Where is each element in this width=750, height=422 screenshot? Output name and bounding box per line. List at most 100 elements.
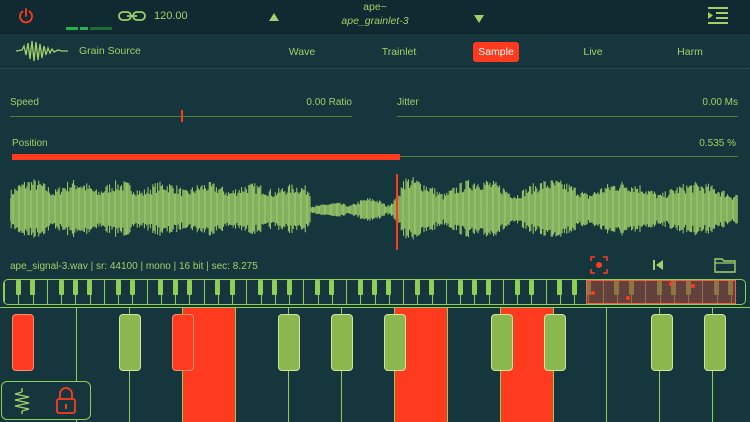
black-key[interactable] [544, 314, 566, 371]
black-key[interactable] [384, 314, 406, 371]
black-key[interactable] [12, 314, 34, 371]
mini-black-key [372, 280, 377, 295]
tab-live[interactable]: Live [576, 42, 610, 62]
mini-black-key [215, 280, 220, 295]
link-icon [118, 11, 146, 21]
black-key[interactable] [491, 314, 513, 371]
mini-black-key [230, 280, 235, 295]
speed-label: Speed [10, 97, 39, 108]
section-divider [0, 68, 750, 69]
mini-white-key-line [104, 280, 105, 304]
mini-black-key [173, 280, 178, 295]
mini-white-key-line [147, 280, 148, 304]
view-note-dot [691, 284, 695, 288]
skip-back-icon [653, 260, 663, 270]
focus-target-icon [590, 256, 608, 274]
black-key[interactable] [331, 314, 353, 371]
mini-black-key [59, 280, 64, 295]
top-divider [0, 33, 750, 34]
mini-black-key [73, 280, 78, 295]
preset-name[interactable]: ape_grainlet-3 [300, 15, 450, 27]
menu-indent-icon [708, 7, 728, 24]
mini-black-key [315, 280, 320, 295]
open-file-button[interactable] [714, 256, 736, 274]
mini-white-key-line [4, 280, 5, 304]
mini-white-key-line [303, 280, 304, 304]
mini-black-key [30, 280, 35, 295]
mini-white-key-line [403, 280, 404, 304]
triangle-up-icon [269, 13, 279, 21]
mini-black-key [187, 280, 192, 295]
position-slider-fill [12, 154, 400, 160]
menu-button[interactable] [706, 5, 730, 27]
waveform-path [9, 177, 738, 240]
mini-black-key [529, 280, 534, 295]
power-icon [19, 8, 33, 24]
mini-black-key [515, 280, 520, 295]
mini-white-key-line [446, 280, 447, 304]
mini-black-key [557, 280, 562, 295]
speed-slider-thumb[interactable] [181, 110, 183, 122]
rewind-button[interactable] [651, 258, 665, 272]
speed-slider[interactable] [10, 109, 352, 123]
mini-black-key [272, 280, 277, 295]
position-value: 0.535 % [699, 138, 736, 149]
keyboard-view-window[interactable] [586, 280, 736, 304]
focus-playhead-button[interactable] [590, 256, 608, 274]
link-button[interactable] [118, 9, 146, 23]
speed-value: 0.00 Ratio [306, 97, 352, 108]
lock-button[interactable] [55, 386, 77, 416]
view-note-dot [591, 291, 595, 295]
waveform [9, 174, 738, 250]
mini-white-key-line [246, 280, 247, 304]
mini-black-key [329, 280, 334, 295]
mini-black-key [486, 280, 491, 295]
mini-black-key [130, 280, 135, 295]
mini-black-key [429, 280, 434, 295]
mini-black-key [16, 280, 21, 295]
tab-harm[interactable]: Harm [669, 42, 711, 62]
mini-white-key-line [503, 280, 504, 304]
tab-wave[interactable]: Wave [282, 42, 322, 62]
keyboard-controls [1, 381, 91, 420]
position-slider[interactable] [12, 151, 738, 163]
jitter-value: 0.00 Ms [702, 97, 738, 108]
black-key[interactable] [278, 314, 300, 371]
mini-black-key [472, 280, 477, 295]
mini-black-key [386, 280, 391, 295]
black-key[interactable] [119, 314, 141, 371]
folder-icon [714, 258, 736, 273]
jitter-slider-track [397, 116, 738, 117]
black-key[interactable] [651, 314, 673, 371]
mini-white-key-line [546, 280, 547, 304]
mini-black-key [87, 280, 92, 295]
preset-previous-button[interactable] [268, 9, 280, 21]
keyboard-overview[interactable] [3, 279, 746, 305]
jitter-label: Jitter [397, 97, 419, 108]
tab-trainlet[interactable]: Trainlet [373, 42, 425, 62]
mini-black-key [572, 280, 577, 295]
level-meter [66, 27, 114, 30]
mini-white-key-line [204, 280, 205, 304]
preset-next-button[interactable] [473, 11, 485, 23]
file-info: ape_signal-3.wav | sr: 44100 | mono | 16… [10, 261, 258, 272]
black-key[interactable] [172, 314, 194, 371]
jitter-slider[interactable] [397, 109, 738, 123]
black-key[interactable] [704, 314, 726, 371]
mini-black-key [116, 280, 121, 295]
mini-black-key [458, 280, 463, 295]
tab-sample[interactable]: Sample [473, 42, 519, 62]
grain-source-thumbnail[interactable] [14, 38, 70, 64]
waveform-display[interactable] [9, 172, 738, 252]
mini-black-key [158, 280, 163, 295]
bpm-value[interactable]: 120.00 [154, 10, 188, 22]
piano-keyboard[interactable] [0, 307, 750, 422]
spring-icon [14, 388, 30, 414]
spring-button[interactable] [10, 387, 34, 415]
power-button[interactable] [16, 6, 36, 26]
grain-source-label: Grain Source [79, 45, 141, 57]
grain-waveform-icon [15, 40, 68, 62]
mini-white-key-line [47, 280, 48, 304]
mini-black-key [258, 280, 263, 295]
lock-icon [56, 387, 76, 414]
